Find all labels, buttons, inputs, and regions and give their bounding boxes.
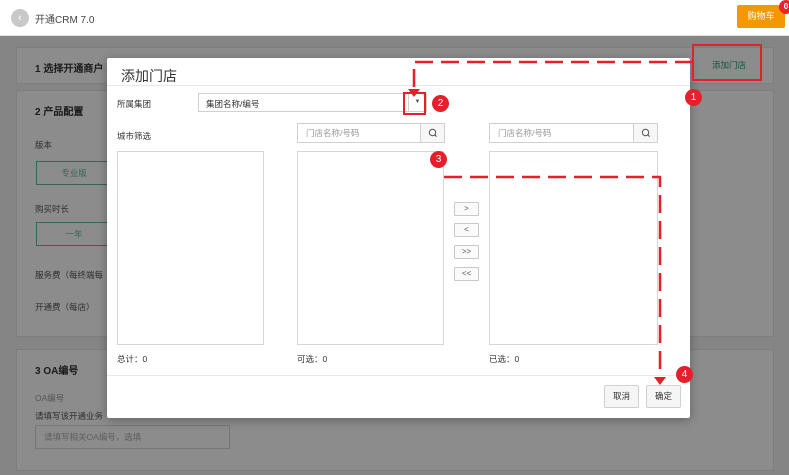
footer-divider: [107, 375, 690, 376]
step-2-badge: 2: [432, 95, 449, 112]
available-search-button[interactable]: [420, 124, 444, 142]
top-bar: ‹ 开通CRM 7.0 购物车 0: [0, 0, 789, 36]
dialog-title: 添加门店: [121, 68, 177, 84]
search-icon: [641, 128, 650, 137]
group-select[interactable]: 集团名称/编号 ▼: [198, 93, 427, 112]
move-right-button[interactable]: >: [454, 202, 479, 216]
move-all-right-button[interactable]: >>: [454, 245, 479, 259]
step-1-badge: 1: [685, 89, 702, 106]
city-filter-label: 城市筛选: [117, 131, 152, 141]
city-list[interactable]: [117, 151, 264, 345]
step-3-badge: 3: [430, 151, 447, 168]
cart-count-badge: 0: [779, 0, 789, 14]
available-store-list[interactable]: [297, 151, 444, 345]
cancel-button[interactable]: 取消: [604, 385, 639, 408]
dropdown-arrow-icon[interactable]: ▼: [408, 94, 426, 111]
total-count: 总计：0: [117, 354, 148, 364]
back-button[interactable]: ‹: [11, 9, 29, 27]
selected-search-button[interactable]: [633, 124, 657, 142]
available-store-search: [297, 123, 445, 143]
move-all-left-button[interactable]: <<: [454, 267, 479, 281]
selected-store-search: [489, 123, 658, 143]
selected-count: 已选：0: [489, 354, 520, 364]
app-title: 开通CRM 7.0: [35, 15, 95, 26]
cart-button[interactable]: 购物车: [737, 5, 785, 28]
add-store-dialog: 添加门店 所属集团 集团名称/编号 ▼ 城市筛选 > < >> << 总计：0 …: [107, 58, 690, 418]
selected-store-list[interactable]: [489, 151, 658, 345]
search-icon: [428, 128, 437, 137]
selected-search-input[interactable]: [490, 124, 635, 142]
confirm-button[interactable]: 确定: [646, 385, 681, 408]
group-select-value: 集团名称/编号: [206, 99, 260, 109]
available-search-input[interactable]: [298, 124, 422, 142]
header-divider: [107, 85, 690, 86]
group-label: 所属集团: [117, 99, 152, 109]
move-left-button[interactable]: <: [454, 223, 479, 237]
step-4-badge: 4: [676, 366, 693, 383]
chevron-left-icon: ‹: [18, 12, 22, 24]
available-count: 可选：0: [297, 354, 328, 364]
